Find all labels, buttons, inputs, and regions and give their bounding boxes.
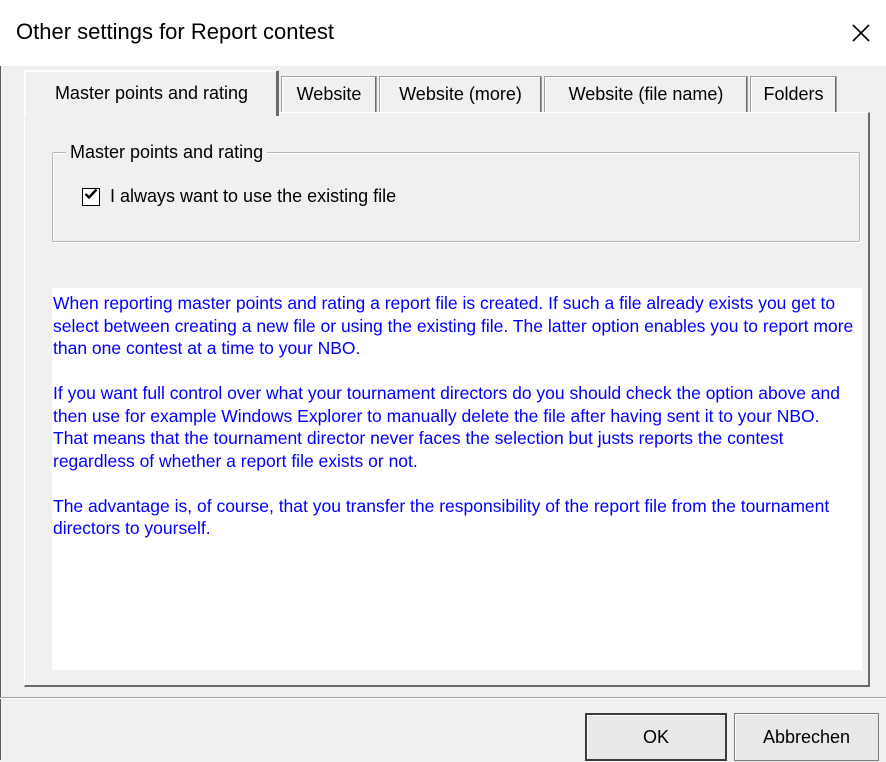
tab-website-more[interactable]: Website (more) xyxy=(379,76,542,112)
tab-folders[interactable]: Folders xyxy=(750,76,837,112)
tab-master-points-and-rating[interactable]: Master points and rating xyxy=(24,70,279,116)
window-edge xyxy=(0,60,1,760)
use-existing-file-checkbox[interactable] xyxy=(82,187,100,206)
info-paragraph: The advantage is, of course, that you tr… xyxy=(53,495,830,539)
footer-separator xyxy=(0,697,886,699)
checkbox-label: I always want to use the existing file xyxy=(110,186,397,206)
cancel-button[interactable]: Abbrechen xyxy=(734,713,879,761)
info-paragraph: If you want full control over what your … xyxy=(53,383,840,471)
info-text-box: When reporting master points and rating … xyxy=(52,288,862,670)
tab-website[interactable]: Website xyxy=(281,76,377,112)
close-button[interactable] xyxy=(836,0,886,66)
checkmark-icon xyxy=(84,187,98,206)
window-title: Other settings for Report contest xyxy=(16,19,334,44)
use-existing-file-checkbox-row[interactable]: I always want to use the existing file xyxy=(82,186,396,207)
close-icon xyxy=(851,23,871,43)
group-legend: Master points and rating xyxy=(66,142,268,163)
ok-button[interactable]: OK xyxy=(585,713,727,761)
dialog-window: Other settings for Report contest Master… xyxy=(0,0,886,762)
tab-website-file-name[interactable]: Website (file name) xyxy=(544,76,748,112)
title-bar: Other settings for Report contest xyxy=(0,0,886,66)
info-paragraph: When reporting master points and rating … xyxy=(53,293,854,358)
